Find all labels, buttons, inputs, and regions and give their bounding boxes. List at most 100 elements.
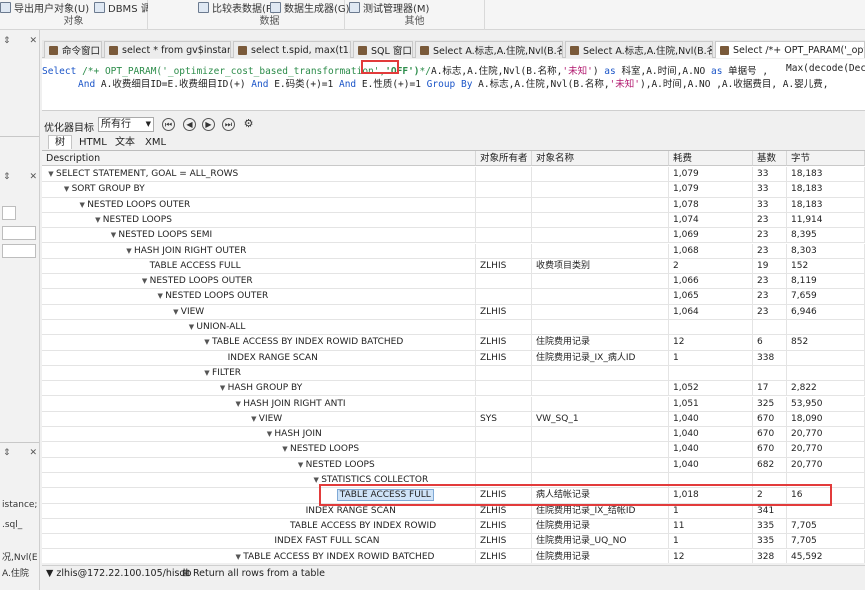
sql-editor[interactable]: Select /*+ OPT_PARAM('_optimizer_cost_ba… <box>42 59 865 111</box>
plan-row[interactable]: ▼ UNION-ALL <box>42 320 865 336</box>
dock-history-item[interactable]: A.住院 <box>2 566 29 579</box>
dock-button[interactable] <box>2 206 16 220</box>
sql-keyword: Group By <box>426 79 473 90</box>
plan-row[interactable]: ▼ HASH GROUP BY 1,052 17 2,822 <box>42 381 865 397</box>
tree-expander-icon[interactable]: ▼ <box>233 550 243 564</box>
tree-expander-icon[interactable]: ▼ <box>218 381 228 396</box>
tab-sql-2[interactable]: select t.spid, max(t1.sql_ <box>233 41 351 58</box>
plan-row[interactable]: ▼ NESTED LOOPS SEMI 1,069 23 8,395 <box>42 228 865 244</box>
dock-history-item[interactable]: istance; <box>2 500 37 510</box>
plan-row[interactable]: ▼ NESTED LOOPS 1,074 23 11,914 <box>42 212 865 229</box>
cell-bytes: 152 <box>787 258 865 274</box>
tree-expander-icon[interactable]: ▼ <box>140 274 150 289</box>
last-step-icon[interactable]: ⏭ <box>222 118 235 131</box>
plan-row[interactable]: INDEX RANGE SCAN ZLHIS 住院费用记录_IX_病人ID 1 338 <box>42 350 865 366</box>
tree-expander-icon[interactable]: ▼ <box>155 289 165 304</box>
dock-history-item[interactable]: .sql_ <box>2 520 22 530</box>
plan-row[interactable]: TABLE ACCESS FULL ZLHIS 收费项目类别 2 19 152 <box>42 258 865 275</box>
preferences-icon[interactable]: ⚙ <box>242 118 255 131</box>
tab-command-window[interactable]: 命令窗口 <box>44 41 102 58</box>
cell-bytes <box>787 350 865 366</box>
col-cardinality[interactable]: 基数 <box>753 151 787 166</box>
tree-expander-icon[interactable]: ▼ <box>264 427 274 442</box>
plan-row[interactable]: ▼ SELECT STATEMENT, GOAL = ALL_ROWS 1,079 3… <box>42 167 865 183</box>
col-object-name[interactable]: 对象名称 <box>532 151 669 166</box>
tree-expander-icon[interactable]: ▼ <box>124 244 134 259</box>
cell-owner: ZLHIS <box>476 549 532 563</box>
plan-row[interactable]: ▼ VIEW SYS VW_SQ_1 1,040 670 18,090 <box>42 411 865 428</box>
operation-text: VIEW <box>180 306 205 317</box>
cell-owner: ZLHIS <box>476 258 532 274</box>
tab-sql-active[interactable]: Select /*+ OPT_PARAM('_opt <box>715 41 865 58</box>
tree-expander-icon[interactable]: ▼ <box>77 198 87 213</box>
cell-description: ▼ SORT GROUP BY <box>42 182 476 198</box>
dock-pin-icon[interactable]: ⇕ <box>3 448 11 462</box>
cell-object-name <box>532 457 669 473</box>
tab-sql-4[interactable]: Select A.标志,A.住院,Nvl(B.名称, <box>565 41 713 58</box>
optimizer-goal-select[interactable]: 所有行 <box>98 117 154 132</box>
col-cost[interactable]: 耗费 <box>669 151 753 166</box>
col-owner[interactable]: 对象所有者 <box>476 151 532 166</box>
cell-object-name: VW_SQ_1 <box>532 411 669 427</box>
dock-combo-1[interactable] <box>2 226 36 240</box>
tree-expander-icon[interactable]: ▼ <box>62 182 72 197</box>
tree-expander-icon[interactable]: ▼ <box>249 412 259 427</box>
cell-cost: 1,078 <box>669 197 753 213</box>
plan-row[interactable]: ▼ FILTER <box>42 365 865 382</box>
tree-expander-icon[interactable]: ▼ <box>233 397 243 412</box>
dock-pin-icon[interactable]: ⇕ <box>3 36 11 50</box>
cell-owner <box>476 320 532 335</box>
tab-sql-3[interactable]: Select A.标志,A.住院,Nvl(B.名称, <box>415 41 563 58</box>
cell-cardinality: 682 <box>753 457 787 473</box>
plan-row[interactable]: ▼ SORT GROUP BY 1,079 33 18,183 <box>42 182 865 198</box>
cell-owner: ZLHIS <box>476 534 532 550</box>
plan-row[interactable]: ▼ NESTED LOOPS OUTER 1,065 23 7,659 <box>42 289 865 305</box>
col-bytes[interactable]: 字节 <box>787 151 865 166</box>
next-step-icon[interactable]: ▶ <box>202 118 215 131</box>
tree-expander-icon[interactable]: ▼ <box>93 213 103 228</box>
plan-row[interactable]: ▼ HASH JOIN RIGHT OUTER 1,068 23 8,303 <box>42 243 865 259</box>
plan-row[interactable]: ▼ HASH JOIN RIGHT ANTI 1,051 325 53,950 <box>42 396 865 412</box>
generator-icon <box>270 1 281 13</box>
plan-row[interactable]: ▼ NESTED LOOPS 1,040 670 20,770 <box>42 442 865 458</box>
dock-pin-icon[interactable]: ⇕ <box>3 172 11 186</box>
prev-step-icon[interactable]: ◀ <box>183 118 196 131</box>
first-step-icon[interactable]: ⏮ <box>162 118 175 131</box>
operation-text: FILTER <box>212 367 242 378</box>
plan-row[interactable]: ▼ TABLE ACCESS BY INDEX ROWID BATCHED ZLHI… <box>42 549 865 564</box>
plan-row[interactable]: ▼ VIEW ZLHIS 1,064 23 6,946 <box>42 304 865 320</box>
dock-combo-2[interactable] <box>2 244 36 258</box>
dock-close-icon[interactable]: ✕ <box>29 448 37 462</box>
plan-row[interactable]: ▼ HASH JOIN 1,040 670 20,770 <box>42 427 865 443</box>
cell-cardinality: 335 <box>753 534 787 550</box>
window-icon <box>238 45 247 55</box>
plan-row[interactable]: ▼ NESTED LOOPS 1,040 682 20,770 <box>42 457 865 473</box>
tab-sql-1[interactable]: select * from gv$instance; <box>104 41 231 58</box>
tree-expander-icon[interactable]: ▼ <box>202 335 212 350</box>
cell-cost: 1,066 <box>669 274 753 290</box>
dock-history-item[interactable]: 况,Nvl(E <box>2 550 38 563</box>
tree-expander-icon[interactable]: ▼ <box>202 366 212 381</box>
connection-dropdown[interactable]: ▼ zlhis@172.22.100.105/hisdb <box>46 568 192 579</box>
sql-line-2: And A.收费细目ID=E.收费细目ID(+) And E.码类(+)=1 A… <box>78 76 828 90</box>
tab-tree[interactable]: 树 <box>48 135 72 149</box>
plan-row[interactable]: ▼ TABLE ACCESS BY INDEX ROWID BATCHED ZLHI… <box>42 335 865 351</box>
tab-text[interactable]: 文本 <box>108 135 142 149</box>
tree-expander-icon[interactable]: ▼ <box>186 320 196 335</box>
plan-row[interactable]: INDEX FAST FULL SCAN ZLHIS 住院费用记录_UQ_NO 1 33… <box>42 534 865 550</box>
tab-sql-window[interactable]: SQL 窗口 <box>353 41 413 58</box>
tree-expander-icon[interactable]: ▼ <box>296 458 306 473</box>
tree-expander-icon[interactable]: ▼ <box>171 305 181 320</box>
plan-row[interactable]: ▼ NESTED LOOPS OUTER 1,078 33 18,183 <box>42 197 865 213</box>
dock-close-icon[interactable]: ✕ <box>29 172 37 186</box>
cell-cardinality: 335 <box>753 518 787 534</box>
plan-row[interactable]: ▼ NESTED LOOPS OUTER 1,066 23 8,119 <box>42 274 865 290</box>
tab-xml[interactable]: XML <box>138 135 173 149</box>
tree-expander-icon[interactable]: ▼ <box>46 167 56 182</box>
plan-row[interactable]: TABLE ACCESS BY INDEX ROWID ZLHIS 住院费用记录 11… <box>42 518 865 535</box>
tree-expander-icon[interactable]: ▼ <box>108 228 118 243</box>
cell-bytes: 8,395 <box>787 228 865 244</box>
col-description[interactable]: Description <box>42 151 476 166</box>
tree-expander-icon[interactable]: ▼ <box>280 442 290 457</box>
dock-close-icon[interactable]: ✕ <box>29 36 37 50</box>
